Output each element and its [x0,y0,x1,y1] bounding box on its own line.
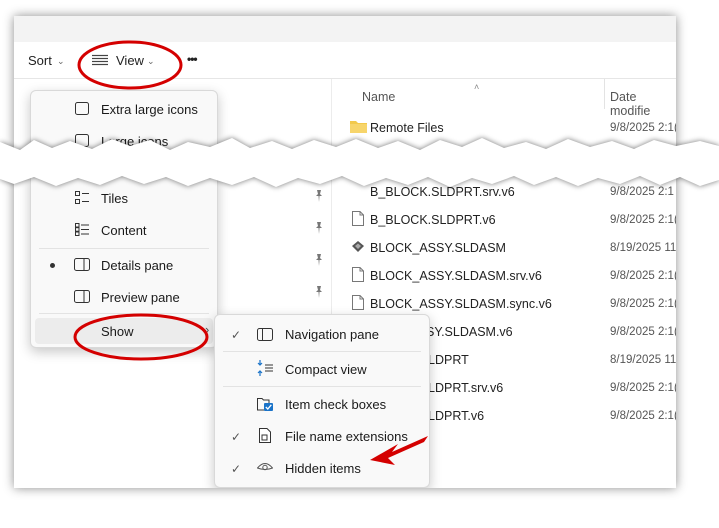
red-arrow-icon [370,436,428,465]
show-highlight-ellipse [73,313,209,361]
annotation-overlay [73,40,428,465]
view-highlight-ellipse [77,40,183,90]
